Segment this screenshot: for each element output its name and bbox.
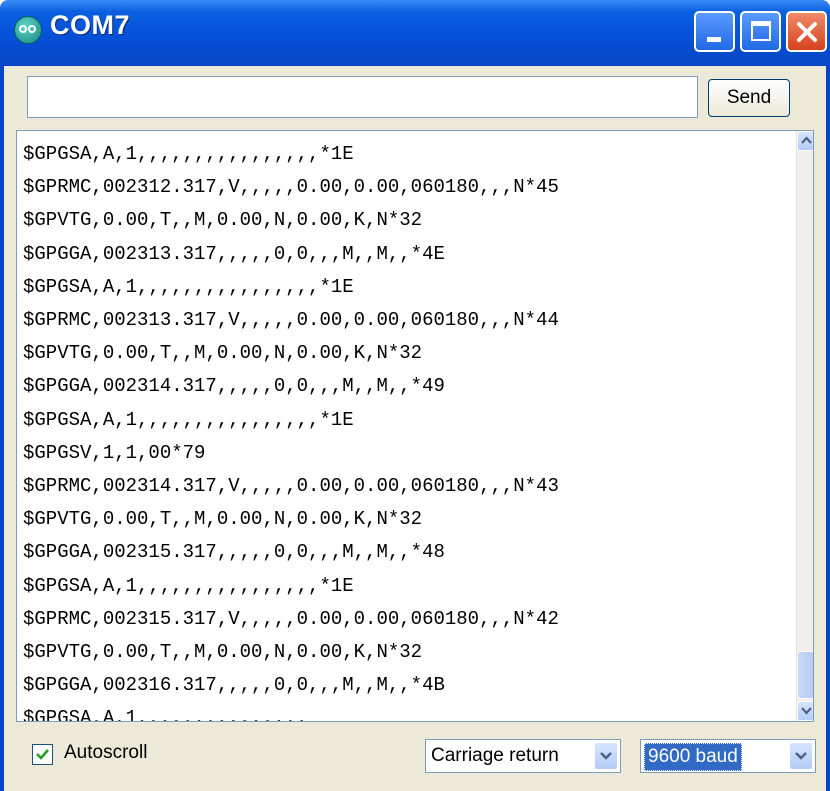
minimize-icon xyxy=(707,37,721,42)
output-line: $GPRMC,002313.317,V,,,,,0.00,0.00,060180… xyxy=(23,309,559,332)
output-line: $GPGGA,002316.317,,,,,0,0,,,M,,M,,*4B xyxy=(23,674,445,697)
chevron-up-icon xyxy=(801,136,812,144)
scroll-down-button[interactable] xyxy=(797,701,813,721)
baud-rate-select[interactable]: 9600 baud xyxy=(640,739,816,773)
line-ending-select[interactable]: Carriage return xyxy=(425,739,621,773)
arduino-icon xyxy=(14,16,42,44)
minimize-button[interactable] xyxy=(694,11,735,52)
output-line: $GPGGA,002314.317,,,,,0,0,,,M,,M,,*49 xyxy=(23,375,445,398)
window-title: COM7 xyxy=(50,10,131,40)
footer-bar: Autoscroll Carriage return 9600 baud xyxy=(0,722,830,791)
chevron-down-icon xyxy=(600,752,612,760)
output-line: $GPGSA,A,1,,,,,,,,,,,,,,,,*1E xyxy=(23,574,354,597)
output-line: $GPGSV,1,1,00*79 xyxy=(23,441,206,464)
output-line: $GPGSA,A,1,,,,,,,,,,,,,,, xyxy=(23,707,309,722)
autoscroll-checkbox[interactable] xyxy=(32,744,53,765)
output-line: $GPGGA,002315.317,,,,,0,0,,,M,,M,,*48 xyxy=(23,541,445,564)
serial-output[interactable]: $GPGSA,A,1,,,,,,,,,,,,,,,,*1E $GPRMC,0023… xyxy=(16,130,814,722)
baud-rate-value: 9600 baud xyxy=(644,743,742,771)
autoscroll-label[interactable]: Autoscroll xyxy=(64,742,147,764)
close-icon xyxy=(797,22,817,42)
output-line: $GPRMC,002314.317,V,,,,,0.00,0.00,060180… xyxy=(23,475,559,498)
output-line: $GPVTG,0.00,T,,M,0.00,N,0.00,K,N*32 xyxy=(23,342,423,365)
maximize-button[interactable] xyxy=(740,11,781,52)
chevron-down-icon xyxy=(795,752,807,760)
window-frame-left xyxy=(0,66,4,791)
close-button[interactable] xyxy=(786,11,827,52)
output-line: $GPRMC,002315.317,V,,,,,0.00,0.00,060180… xyxy=(23,607,559,630)
vertical-scrollbar[interactable] xyxy=(796,131,813,721)
baud-rate-dropdown-button[interactable] xyxy=(789,742,813,770)
send-button[interactable]: Send xyxy=(708,79,790,117)
line-ending-dropdown-button[interactable] xyxy=(594,742,618,770)
output-line: $GPVTG,0.00,T,,M,0.00,N,0.00,K,N*32 xyxy=(23,508,423,531)
output-line: $GPGGA,002313.317,,,,,0,0,,,M,,M,,*4E xyxy=(23,242,445,265)
scroll-thumb[interactable] xyxy=(797,651,813,699)
output-line: $GPRMC,002312.317,V,,,,,0.00,0.00,060180… xyxy=(23,176,559,199)
title-bar[interactable]: COM7 xyxy=(0,0,830,66)
output-line: $GPVTG,0.00,T,,M,0.00,N,0.00,K,N*32 xyxy=(23,209,423,232)
serial-monitor-window: COM7 Send $GPGSA,A,1,,,,,,,,,,,,,,,,*1E $… xyxy=(0,0,830,791)
line-ending-value: Carriage return xyxy=(431,745,559,766)
window-frame-right xyxy=(826,66,830,791)
output-line: $GPGSA,A,1,,,,,,,,,,,,,,,,*1E xyxy=(23,408,354,431)
output-line: $GPGSA,A,1,,,,,,,,,,,,,,,,*1E xyxy=(23,275,354,298)
chevron-down-icon xyxy=(801,707,812,715)
send-input[interactable] xyxy=(27,76,698,118)
output-line: $GPVTG,0.00,T,,M,0.00,N,0.00,K,N*32 xyxy=(23,641,423,664)
output-lines: $GPGSA,A,1,,,,,,,,,,,,,,,,*1E $GPRMC,0023… xyxy=(23,138,559,722)
maximize-icon xyxy=(751,21,771,41)
scroll-up-button[interactable] xyxy=(797,131,813,151)
checkmark-icon xyxy=(36,749,49,760)
output-line: $GPGSA,A,1,,,,,,,,,,,,,,,,*1E xyxy=(23,143,354,165)
